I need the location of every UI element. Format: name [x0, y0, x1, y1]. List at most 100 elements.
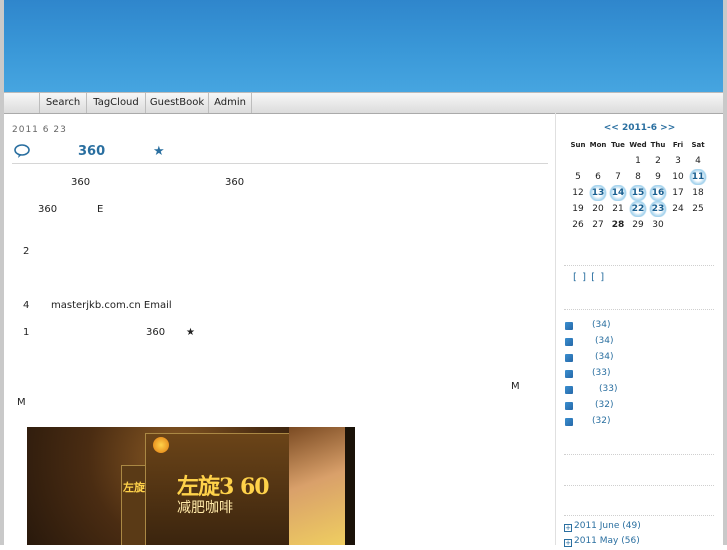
calendar-empty-cell [568, 153, 588, 169]
rss-icon [565, 322, 573, 330]
calendar-empty-cell [688, 217, 708, 233]
calendar-week-row: 26 27 28 29 30 [568, 217, 708, 233]
calendar-day: 24 [672, 204, 684, 214]
body-text: 360 [146, 327, 166, 338]
body-text: ★ [186, 327, 195, 338]
feed-count[interactable]: (33) [592, 368, 610, 378]
main-content: 2011 6 23 360 ★ 360 360 360 E 2 4 master… [4, 113, 554, 545]
calendar-day: 18 [692, 188, 704, 198]
body-text: 360 [225, 177, 245, 188]
nav-admin-link[interactable]: Admin [208, 93, 252, 113]
rss-icon [565, 338, 573, 346]
rss-icon [565, 370, 573, 378]
calendar-day: 28 [611, 220, 625, 230]
calendar-week-row: 5 6 7 8 9 10 11 [568, 169, 708, 185]
calendar-day: 1 [635, 156, 641, 166]
calendar-day: 20 [592, 204, 604, 214]
feed-count[interactable]: (32) [595, 400, 613, 410]
calendar-header: << 2011-6 >> [556, 123, 723, 133]
feed-count[interactable]: (34) [595, 352, 613, 362]
calendar-weekday: Tue [611, 141, 625, 149]
nav-tagcloud-link[interactable]: TagCloud [86, 93, 145, 113]
calendar-empty-cell [608, 153, 628, 169]
body-text: 360 [71, 177, 91, 188]
calendar-grid: Sun Mon Tue Wed Thu Fri Sat 1 2 3 4 5 6 7 8 9 10 11 12 13 14… [568, 137, 708, 233]
calendar-day: 25 [692, 204, 704, 214]
calendar-day[interactable]: 16 [648, 185, 668, 201]
calendar-day: 6 [595, 172, 601, 182]
calendar-day: 12 [572, 188, 584, 198]
calendar-weekday: Sat [691, 141, 705, 149]
bracket-links[interactable]: [ ] [ ] [573, 272, 605, 283]
nav-search-link[interactable]: Search [39, 93, 86, 113]
body-text: 1 [23, 327, 30, 338]
sidebar-divider [564, 454, 714, 455]
calendar-week-row: 12 13 14 15 16 17 18 [568, 185, 708, 201]
calendar-weekday: Thu [650, 141, 666, 149]
title-divider [12, 163, 548, 164]
calendar-empty-cell [668, 217, 688, 233]
body-text: masterjkb.com.cn Email [51, 300, 172, 311]
sidebar: << 2011-6 >> Sun Mon Tue Wed Thu Fri Sat 1 2 3 4 5 6… [556, 113, 723, 547]
expand-plus-icon[interactable]: + [564, 539, 572, 547]
calendar-day: 19 [572, 204, 584, 214]
rss-icon [565, 354, 573, 362]
calendar-weekday: Sun [570, 141, 586, 149]
archive-link[interactable]: 2011 June (49) [574, 521, 641, 531]
calendar-weekday: Fri [672, 141, 684, 149]
calendar-weekday-row: Sun Mon Tue Wed Thu Fri Sat [568, 137, 708, 153]
feed-count[interactable]: (34) [592, 320, 610, 330]
calendar-prev-link[interactable]: << [604, 123, 619, 133]
sidebar-divider [564, 265, 714, 266]
feed-count[interactable]: (34) [595, 336, 613, 346]
product-subtitle-text: 减肥咖啡 [177, 500, 233, 516]
calendar-day: 8 [635, 172, 641, 182]
calendar-day: 5 [575, 172, 581, 182]
header-banner [4, 0, 723, 92]
calendar-day[interactable]: 13 [588, 185, 608, 201]
calendar-day[interactable]: 15 [628, 185, 648, 201]
nav-guestbook-link[interactable]: GuestBook [145, 93, 208, 113]
calendar-weekday: Mon [589, 141, 607, 149]
body-text: E [97, 204, 104, 215]
body-text: 360 [38, 204, 58, 215]
calendar-day: 29 [632, 220, 644, 230]
calendar-day: 26 [572, 220, 584, 230]
body-text: M [511, 381, 520, 392]
calendar-day: 10 [672, 172, 684, 182]
comment-bubble-icon[interactable] [14, 143, 30, 159]
calendar-day: 9 [655, 172, 661, 182]
feed-count[interactable]: (33) [599, 384, 617, 394]
calendar-empty-cell [588, 153, 608, 169]
calendar-next-link[interactable]: >> [660, 123, 675, 133]
feed-count[interactable]: (32) [592, 416, 610, 426]
calendar-day[interactable]: 11 [688, 169, 708, 185]
calendar-day[interactable]: 23 [648, 201, 668, 217]
body-text: 4 [23, 300, 30, 311]
calendar-day: 2 [655, 156, 661, 166]
calendar-day: 4 [695, 156, 701, 166]
sidebar-divider [564, 309, 714, 310]
expand-plus-icon[interactable]: + [564, 524, 572, 532]
product-image: 左旋3 左旋3 60 减肥咖啡 [27, 427, 355, 545]
rss-icon [565, 386, 573, 394]
post-title[interactable]: 360 [78, 144, 105, 159]
calendar-day[interactable]: 22 [628, 201, 648, 217]
calendar-day: 30 [652, 220, 664, 230]
post-date: 2011 6 23 [12, 125, 67, 135]
calendar-week-row: 1 2 3 4 [568, 153, 708, 169]
brand-logo-icon [153, 437, 169, 453]
calendar-day: 3 [675, 156, 681, 166]
calendar-day[interactable]: 14 [608, 185, 628, 201]
calendar-month-label: 2011-6 [621, 123, 658, 133]
image-edge [345, 427, 355, 545]
calendar-day: 17 [672, 188, 684, 198]
calendar-day: 21 [612, 204, 624, 214]
top-nav-bar: Search TagCloud GuestBook Admin [4, 92, 723, 114]
rss-icon [565, 418, 573, 426]
calendar-weekday: Wed [629, 141, 647, 149]
product-box-side [121, 465, 147, 545]
calendar-day: 7 [615, 172, 621, 182]
star-icon: ★ [153, 144, 165, 159]
calendar-day: 27 [592, 220, 604, 230]
